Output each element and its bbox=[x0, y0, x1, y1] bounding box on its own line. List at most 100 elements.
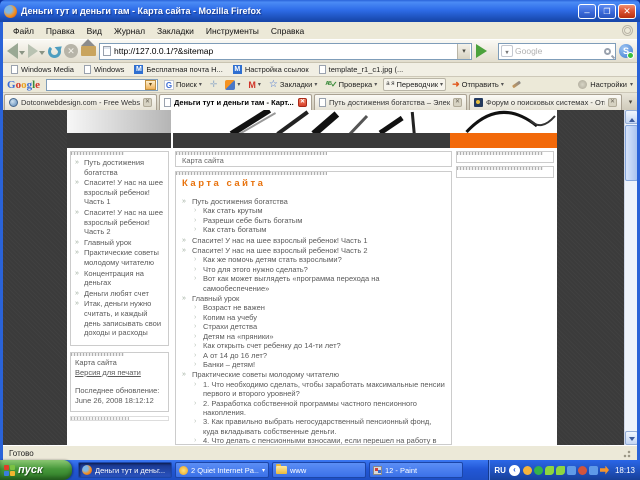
gmail-button[interactable]: ▾ bbox=[246, 79, 263, 91]
menu-item[interactable]: Закладки bbox=[151, 25, 200, 37]
network2-tray-icon[interactable] bbox=[588, 465, 598, 475]
tab-list-dropdown-button[interactable] bbox=[625, 96, 636, 110]
sitemap-sublink[interactable]: › Как стать крутым bbox=[182, 206, 445, 215]
reload-button[interactable] bbox=[48, 44, 61, 58]
alert-tray-icon[interactable] bbox=[577, 465, 587, 475]
scrollbar-thumb[interactable] bbox=[625, 125, 637, 181]
scroll-up-button[interactable] bbox=[625, 110, 637, 124]
sitemap-sublink[interactable]: › Детям на «пряники» bbox=[182, 332, 445, 341]
menu-item[interactable]: Правка bbox=[40, 25, 81, 37]
tab[interactable]: Форум о поисковых системах - Отв... ✕ bbox=[469, 94, 622, 110]
bookmark-item[interactable]: template_r1_c1.jpg (... bbox=[318, 65, 403, 74]
language-indicator[interactable]: RU bbox=[494, 466, 506, 475]
sitemap-sublink[interactable]: › Копим на учебу bbox=[182, 313, 445, 322]
taskbar-task[interactable]: 2 Quiet Internet Pa... ▾ bbox=[175, 462, 269, 478]
sidebar-link[interactable]: » Спасите! У нас на шее взрослый ребенок!… bbox=[75, 208, 165, 237]
network-tray-icon[interactable] bbox=[566, 465, 576, 475]
tab[interactable]: Деньги тут и деньги там - Карт... ✕ bbox=[159, 94, 312, 110]
sitemap-sublink[interactable]: › 4. Что делать с пенсионными взносами, е… bbox=[182, 436, 445, 444]
print-version-link[interactable]: Версия для печати bbox=[75, 368, 164, 378]
download-tray-icon[interactable] bbox=[533, 465, 543, 475]
forward-dropdown-icon[interactable] bbox=[39, 50, 45, 58]
send-button[interactable]: Отправить▾ bbox=[450, 78, 506, 91]
go-button[interactable] bbox=[476, 44, 494, 58]
bookmark-item[interactable]: Настройка ссылок bbox=[232, 65, 309, 74]
spellcheck-button[interactable]: Проверка▾ bbox=[323, 79, 379, 90]
crosshair-button[interactable] bbox=[208, 78, 220, 91]
sitemap-link[interactable]: » Практические советы молодому читателю bbox=[182, 370, 445, 379]
sitemap-sublink[interactable]: › Что для этого нужно сделать? bbox=[182, 265, 445, 274]
sitemap-sublink[interactable]: › Как стать богатым bbox=[182, 225, 445, 234]
tab[interactable]: Путь достижения богатства – Элек... ✕ bbox=[314, 94, 467, 110]
sitemap-link[interactable]: » Спасите! У нас на шее взрослый ребенок!… bbox=[182, 246, 445, 255]
tab-close-button[interactable]: ✕ bbox=[143, 98, 152, 107]
url-bar[interactable]: http://127.0.0.1/?&sitemap bbox=[99, 42, 472, 60]
close-button[interactable] bbox=[618, 3, 636, 19]
hide-icons-chevron[interactable] bbox=[508, 464, 520, 476]
icq-flower-tray-icon[interactable] bbox=[544, 465, 554, 475]
sitemap-sublink[interactable]: › Как открыть счет ребенку до 14-ти лет? bbox=[182, 341, 445, 350]
tab-close-button[interactable]: ✕ bbox=[608, 98, 617, 107]
messenger-tray-icon[interactable] bbox=[522, 465, 532, 475]
bookmark-item[interactable]: Windows bbox=[83, 65, 124, 74]
home-button[interactable] bbox=[81, 39, 96, 56]
sitemap-sublink[interactable]: › Банки – детям! bbox=[182, 360, 445, 369]
sitemap-sublink[interactable]: › Разреши себе быть богатым bbox=[182, 216, 445, 225]
sitemap-sublink[interactable]: › Возраст не важен bbox=[182, 303, 445, 312]
url-dropdown-button[interactable] bbox=[457, 43, 470, 59]
menu-item[interactable]: Вид bbox=[81, 25, 108, 37]
icq-flower2-tray-icon[interactable] bbox=[555, 465, 565, 475]
google-search-input[interactable] bbox=[46, 78, 159, 91]
back-dropdown-icon[interactable] bbox=[19, 50, 25, 58]
g-button[interactable]: Поиск▾ bbox=[162, 79, 204, 91]
sitemap-sublink[interactable]: › Как же помочь детям стать взрослыми? bbox=[182, 255, 445, 264]
sidebar-link[interactable]: » Итак, деньги нужно считать, и каждый де… bbox=[75, 299, 165, 337]
taskbar-task[interactable]: 12 - Paint bbox=[369, 462, 463, 478]
tab-close-button[interactable]: ✕ bbox=[298, 98, 307, 107]
forward-button[interactable] bbox=[28, 44, 45, 58]
sidebar-link[interactable]: » Главный урок bbox=[75, 238, 165, 248]
minimize-button[interactable] bbox=[578, 3, 596, 19]
url-input[interactable]: http://127.0.0.1/?&sitemap bbox=[114, 46, 454, 56]
translate-button[interactable]: Переводчик▾ bbox=[383, 78, 447, 91]
sitemap-link[interactable]: » Путь достижения богатства bbox=[182, 197, 445, 206]
sidebar-link[interactable]: » Путь достижения богатства bbox=[75, 158, 165, 177]
tab-close-button[interactable]: ✕ bbox=[453, 98, 462, 107]
search-icon[interactable] bbox=[604, 47, 611, 55]
menu-item[interactable]: Файл bbox=[7, 25, 40, 37]
resize-grip[interactable] bbox=[621, 448, 631, 458]
pencil-button[interactable] bbox=[510, 80, 523, 89]
google-search-dropdown-icon[interactable] bbox=[145, 79, 157, 90]
sitemap-sublink[interactable]: › Вот как может выглядеть «программа пере… bbox=[182, 274, 445, 293]
taskbar-task[interactable]: www bbox=[272, 462, 366, 478]
search-box[interactable]: Google bbox=[498, 42, 616, 60]
sidebar-link[interactable]: » Концентрация на деньгах bbox=[75, 269, 165, 288]
menu-item[interactable]: Справка bbox=[265, 25, 310, 37]
page-scrollbar[interactable] bbox=[624, 110, 637, 445]
sitemap-sublink[interactable]: › 2. Разработка собственной программы час… bbox=[182, 399, 445, 418]
start-button[interactable]: пуск bbox=[0, 460, 72, 480]
sidebar-link[interactable]: » Деньги любят счет bbox=[75, 289, 165, 299]
google-settings-button[interactable]: Настройки ▾ bbox=[578, 80, 633, 89]
sidebar-link[interactable]: » Практические советы молодому читателю bbox=[75, 248, 165, 267]
search-input[interactable]: Google bbox=[515, 46, 602, 56]
scroll-down-button[interactable] bbox=[625, 431, 637, 445]
sitemap-sublink[interactable]: › Страхи детства bbox=[182, 322, 445, 331]
search-engine-icon[interactable] bbox=[501, 45, 513, 57]
clock[interactable]: 18:13 bbox=[615, 466, 635, 475]
sitemap-sublink[interactable]: › А от 14 до 16 лет? bbox=[182, 351, 445, 360]
bookmark-item[interactable]: Бесплатная почта Н... bbox=[134, 65, 223, 74]
sitemap-sublink[interactable]: › 1. Что необходимо сделать, чтобы зарабо… bbox=[182, 380, 445, 399]
maximize-button[interactable] bbox=[598, 3, 616, 19]
star-button[interactable]: Закладки▾ bbox=[267, 78, 319, 91]
menu-item[interactable]: Журнал bbox=[108, 25, 151, 37]
sitemap-link[interactable]: » Главный урок bbox=[182, 294, 445, 303]
sidebar-link[interactable]: » Спасите! У нас на шее взрослый ребенок!… bbox=[75, 178, 165, 207]
title-bar[interactable]: Деньги тут и деньги там - Карта сайта - … bbox=[0, 0, 640, 22]
taskbar-task[interactable]: Деньги тут и деньг... bbox=[78, 462, 172, 478]
bookmark-item[interactable]: Windows Media bbox=[11, 65, 74, 74]
sitemap-link[interactable]: » Спасите! У нас на шее взрослый ребенок!… bbox=[182, 236, 445, 245]
tab[interactable]: Dotconwebdesign.com - Free Websit... ✕ bbox=[4, 94, 157, 110]
fox-button[interactable]: ▾ bbox=[223, 79, 242, 91]
back-button[interactable] bbox=[7, 43, 25, 59]
